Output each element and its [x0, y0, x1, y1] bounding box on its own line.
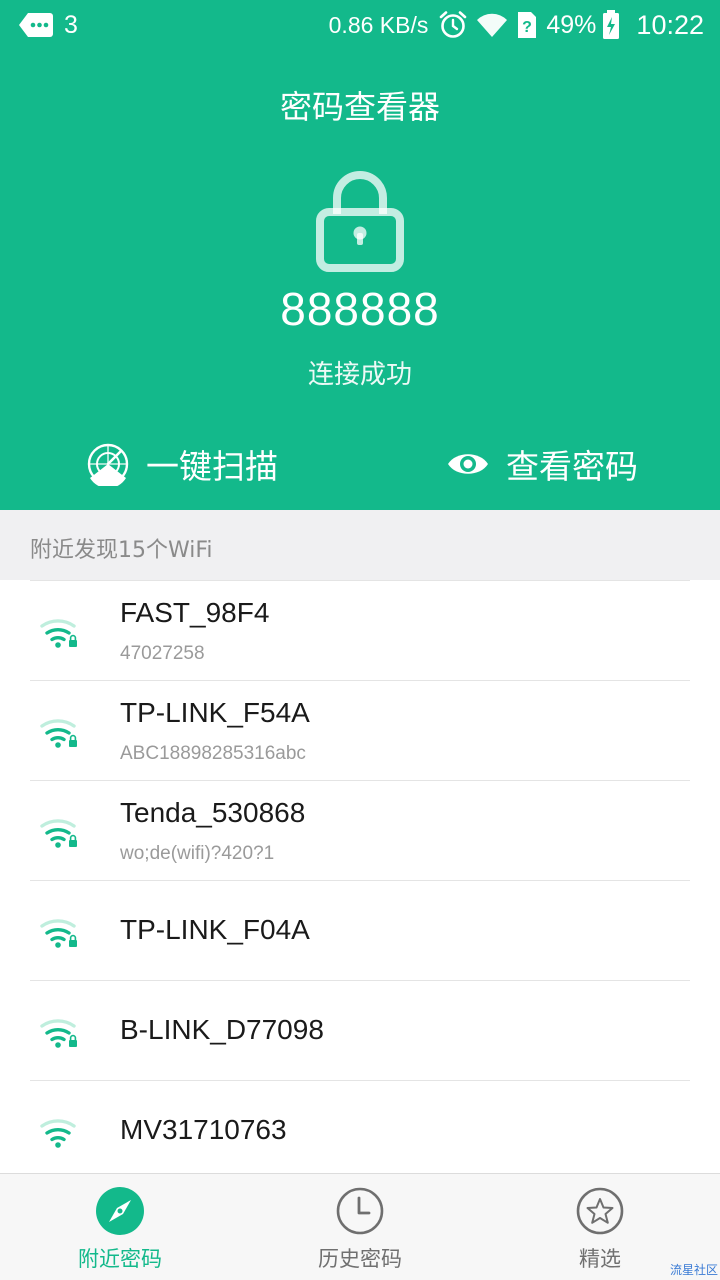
wifi-signal-icon [40, 619, 77, 648]
star-icon [576, 1187, 624, 1235]
wifi-ssid: B-LINK_D77098 [120, 1014, 324, 1045]
tab-label: 历史密码 [318, 1247, 402, 1271]
wifi-ssid: TP-LINK_F04A [120, 914, 310, 945]
connection-status: 连接成功 [307, 360, 412, 390]
compass-icon [96, 1187, 144, 1235]
network-speed: 0.86 KB/s [328, 11, 429, 38]
wifi-signal-icon [40, 819, 77, 848]
status-left: 3 [18, 10, 78, 40]
wifi-signal-icon [40, 1019, 77, 1048]
wifi-ssid: MV31710763 [120, 1114, 287, 1145]
alarm-icon [440, 11, 467, 38]
lock-icon [316, 171, 404, 272]
svg-text:?: ? [522, 19, 532, 36]
wifi-list-item[interactable]: TP-LINK_F54A ABC18898285316abc [30, 680, 690, 780]
one-click-scan-button[interactable]: 一键扫描 [86, 436, 278, 492]
radar-icon [87, 443, 129, 486]
view-password-button[interactable]: 查看密码 [446, 436, 638, 492]
tab-label: 附近密码 [78, 1247, 162, 1271]
wifi-ssid: FAST_98F4 [120, 597, 270, 628]
clock-time: 10:22 [636, 9, 704, 40]
nearby-wifi-section-header: 附近发现15个WiFi [0, 510, 720, 580]
wifi-list-item[interactable]: B-LINK_D77098 [30, 980, 690, 1080]
battery-percentage: 49% [546, 10, 597, 39]
wifi-ssid: Tenda_530868 [120, 797, 306, 828]
watermark: 流星社区 [669, 1263, 718, 1277]
wifi-password: 47027258 [120, 643, 205, 664]
tab-nearby-passwords[interactable]: 附近密码 [0, 1174, 240, 1280]
wifi-password: ABC18898285316abc [120, 743, 306, 764]
wifi-list-item[interactable]: TP-LINK_F04A [30, 880, 690, 980]
wifi-signal-icon [40, 719, 77, 748]
nearby-wifi-count-label: 附近发现15个WiFi [30, 538, 213, 563]
scan-label: 一键扫描 [146, 447, 278, 486]
eye-icon [448, 454, 488, 474]
password-display: 888888 [280, 283, 440, 335]
notification-count: 3 [64, 10, 78, 39]
status-right: 0.86 KB/s ? 49% 10:22 [329, 8, 704, 42]
tab-history-passwords[interactable]: 历史密码 [240, 1174, 480, 1280]
wifi-password: wo;de(wifi)?420?1 [120, 843, 275, 864]
no-sim-icon: ? [518, 12, 537, 38]
view-password-label: 查看密码 [506, 447, 638, 486]
wifi-signal-icon [40, 919, 77, 948]
message-notification-icon [19, 13, 53, 37]
header: 3 0.86 KB/s ? 49% 10:22 密码查看器 888888 连接成… [0, 0, 720, 510]
page-title: 密码查看器 [279, 88, 440, 126]
battery-charging-icon [603, 10, 620, 39]
wifi-status-icon [477, 13, 508, 38]
bottom-tab-bar: 附近密码 历史密码 精选 流星社区 [0, 1173, 720, 1280]
clock-icon [336, 1187, 384, 1235]
status-bar: 3 0.86 KB/s ? 49% 10:22 [0, 0, 720, 50]
wifi-ssid: TP-LINK_F54A [120, 697, 310, 728]
wifi-list-item[interactable]: FAST_98F4 47027258 [30, 580, 690, 680]
wifi-list-item[interactable]: MV31710763 [30, 1080, 690, 1180]
wifi-list: FAST_98F4 47027258 TP-LINK_F54A ABC18898285… [0, 580, 720, 1180]
wifi-list-item[interactable]: Tenda_530868 wo;de(wifi)?420?1 [30, 780, 690, 880]
wifi-signal-icon [40, 1119, 76, 1148]
